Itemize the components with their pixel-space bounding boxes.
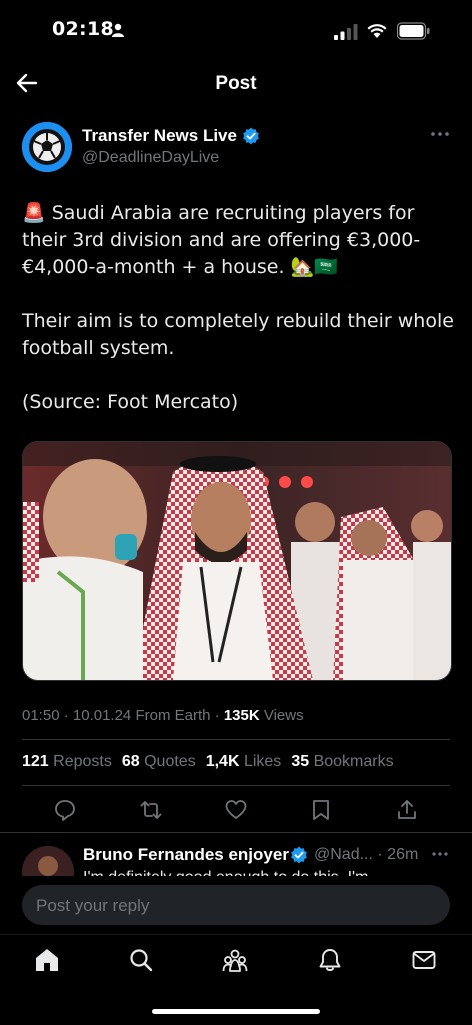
reply-author-name[interactable]: Bruno Fernandes enjoyer — [83, 845, 289, 865]
post-text-source: (Source: Foot Mercato) — [22, 391, 239, 413]
divider — [22, 739, 450, 740]
photo-illustration — [23, 442, 451, 680]
post-text: 🚨 Saudi Arabia are recruiting players fo… — [22, 200, 454, 416]
messages-icon[interactable] — [411, 947, 437, 973]
views-count: 135K — [223, 707, 260, 724]
post-actions — [0, 794, 472, 828]
reposts-label: Reposts — [53, 753, 112, 770]
status-time: 02:18 — [52, 18, 114, 40]
verified-badge-icon — [243, 127, 259, 145]
soccer-ball-icon — [22, 122, 72, 172]
post-text-paragraph-1: 🚨 Saudi Arabia are recruiting players fo… — [22, 202, 421, 278]
reposts-count: 121 — [22, 753, 49, 770]
notifications-icon[interactable] — [317, 947, 343, 973]
page-title: Post — [215, 73, 257, 94]
home-icon[interactable] — [34, 947, 60, 973]
verified-badge-icon — [291, 846, 307, 864]
author-handle[interactable]: @DeadlineDayLive — [82, 149, 219, 167]
bookmarks-label: Bookmarks — [313, 753, 394, 770]
reply-time: · 26m — [377, 846, 419, 863]
post-source: From Earth — [135, 707, 211, 724]
bookmarks-count: 35 — [291, 753, 310, 770]
battery-icon — [397, 22, 430, 40]
likes-stat[interactable]: 1,4K Likes — [206, 753, 282, 771]
search-icon[interactable] — [128, 947, 154, 973]
reply-icon[interactable] — [53, 798, 77, 822]
more-options-icon[interactable] — [428, 126, 452, 142]
likes-count: 1,4K — [205, 753, 240, 770]
more-options-icon[interactable] — [430, 847, 450, 861]
reply-input-placeholder: Post your reply — [36, 896, 150, 915]
home-indicator — [152, 1009, 320, 1014]
post-image[interactable] — [22, 441, 452, 681]
reply-handle-time: @Nad... · 26m — [314, 846, 418, 864]
reply-handle[interactable]: @Nad... — [314, 846, 373, 863]
repost-icon[interactable] — [139, 798, 163, 822]
like-icon[interactable] — [224, 798, 248, 822]
divider — [0, 832, 472, 833]
bookmarks-stat[interactable]: 35 Bookmarks — [291, 753, 393, 771]
post-time: 01:50 — [22, 707, 60, 724]
bookmark-icon[interactable] — [309, 798, 333, 822]
wifi-icon — [367, 24, 387, 38]
author-avatar[interactable] — [22, 122, 72, 172]
author-name[interactable]: Transfer News Live — [82, 126, 237, 146]
person-icon — [112, 23, 124, 37]
quotes-label: Quotes — [144, 753, 196, 770]
post-meta: 01:50 · 10.01.24 From Earth · 135K Views — [22, 707, 304, 724]
reposts-stat[interactable]: 121 Reposts — [22, 753, 112, 771]
likes-label: Likes — [243, 753, 282, 770]
share-icon[interactable] — [395, 798, 419, 822]
quotes-stat[interactable]: 68 Quotes — [122, 753, 196, 771]
post-text-paragraph-2: Their aim is to completely rebuild their… — [22, 310, 454, 359]
post-date: 10.01.24 — [72, 707, 132, 724]
post-stats: 121 Reposts 68 Quotes 1,4K Likes 35 Book… — [22, 753, 394, 771]
cellular-signal-icon — [334, 24, 358, 40]
divider — [22, 785, 450, 786]
views-label: Views — [263, 707, 304, 724]
communities-icon[interactable] — [222, 947, 248, 973]
quotes-count: 68 — [121, 753, 140, 770]
